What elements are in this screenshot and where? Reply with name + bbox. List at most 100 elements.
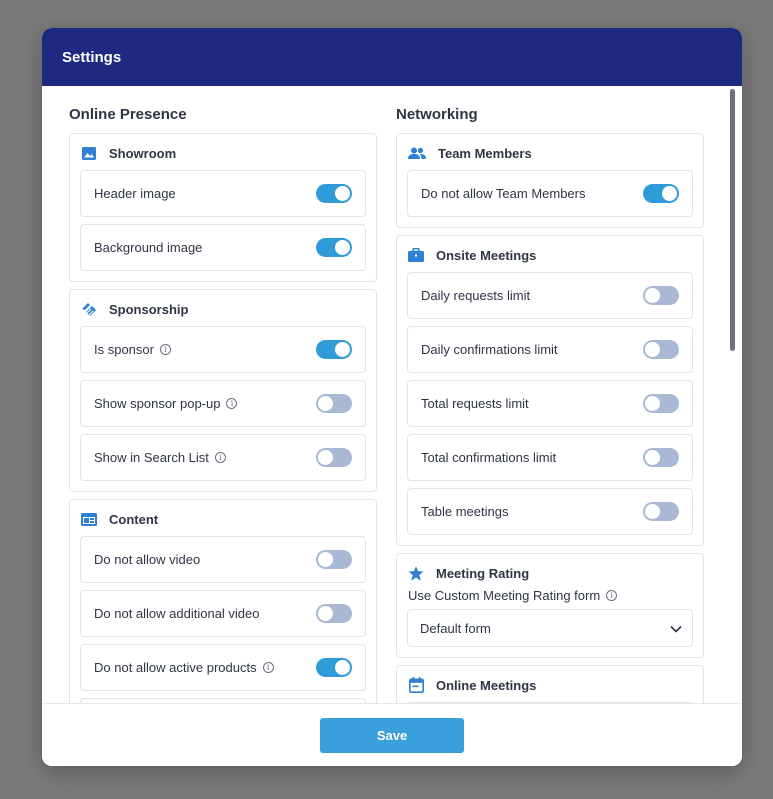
show-in-search-list-toggle[interactable] [316, 448, 352, 467]
group-title: Onsite Meetings [436, 247, 537, 263]
chevron-down-icon [670, 621, 682, 636]
table-meetings-toggle[interactable] [643, 502, 679, 521]
do-not-allow-additional-video-toggle[interactable] [316, 604, 352, 623]
setting-label-text: Do not allow active products [94, 660, 257, 675]
group-meeting-rating: Meeting Rating Use Custom Meeting Rating… [396, 553, 704, 658]
toggle-knob [335, 240, 350, 255]
show-sponsor-popup-toggle[interactable] [316, 394, 352, 413]
total-requests-limit-toggle[interactable] [643, 394, 679, 413]
toggle-knob [318, 606, 333, 621]
setting-row-is-sponsor: Is sponsor i [80, 326, 366, 373]
group-team-members: Team Members Do not allow Team Members [396, 133, 704, 228]
group-header: Content [81, 508, 366, 530]
setting-row-do-not-allow-active-products: Do not allow active products i [80, 644, 366, 691]
online-presence-column: Online Presence Showroom Header image Ba… [69, 104, 377, 703]
scrollbar[interactable] [730, 89, 735, 351]
networking-column: Networking Team Members Do not allow Tea… [396, 104, 704, 703]
web-layout-icon [81, 511, 97, 527]
setting-row-do-not-allow-additional-video: Do not allow additional video [80, 590, 366, 637]
toggle-knob [318, 450, 333, 465]
modal-footer: Save [42, 703, 742, 766]
setting-label: Show in Search List i [94, 450, 226, 465]
group-title: Team Members [438, 145, 532, 161]
setting-row-background-image: Background image [80, 224, 366, 271]
toggle-knob [645, 288, 660, 303]
rating-form-select[interactable]: Default form [407, 609, 693, 647]
group-header: Online Meetings [408, 674, 693, 696]
setting-label: Table meetings [421, 504, 509, 519]
toggle-knob [318, 396, 333, 411]
group-sponsorship: Sponsorship Is sponsor i Show sponsor pop… [69, 289, 377, 492]
setting-row-show-in-search-list: Show in Search List i [80, 434, 366, 481]
setting-label-text: Is sponsor [94, 342, 154, 357]
setting-label-text: Show in Search List [94, 450, 209, 465]
daily-confirmations-limit-toggle[interactable] [643, 340, 679, 359]
setting-row-do-not-allow-team-members: Do not allow Team Members [407, 170, 693, 217]
toggle-knob [645, 450, 660, 465]
toggle-knob [645, 396, 660, 411]
group-title: Meeting Rating [436, 565, 530, 581]
toggle-knob [335, 660, 350, 675]
toggle-knob [335, 342, 350, 357]
save-button[interactable]: Save [320, 717, 464, 753]
group-showroom: Showroom Header image Background image [69, 133, 377, 282]
modal-title: Settings [62, 48, 122, 66]
modal-body[interactable]: Online Presence Showroom Header image Ba… [42, 86, 742, 703]
settings-modal: Settings Online Presence Showroom Header… [42, 28, 742, 766]
toggle-knob [662, 186, 677, 201]
section-title-networking: Networking [396, 106, 478, 123]
setting-label: Do not allow active products i [94, 660, 274, 675]
group-online-meetings: Online Meetings [396, 665, 704, 703]
info-icon[interactable]: i [214, 452, 226, 463]
briefcase-icon [408, 247, 424, 263]
group-header: Onsite Meetings [408, 244, 693, 266]
setting-label: Background image [94, 240, 203, 255]
setting-row-do-not-allow-video: Do not allow video [80, 536, 366, 583]
group-title: Online Meetings [436, 677, 537, 693]
group-onsite-meetings: Onsite Meetings Daily requests limit Dai… [396, 235, 704, 546]
setting-label: Header image [94, 186, 176, 201]
setting-label: Is sponsor i [94, 342, 171, 357]
setting-label-text: Show sponsor pop-up [94, 396, 221, 411]
custom-rating-form-label: Use Custom Meeting Rating form i [408, 588, 693, 603]
group-header: Showroom [81, 142, 366, 164]
custom-rating-form-label-text: Use Custom Meeting Rating form [408, 588, 601, 603]
info-icon[interactable]: i [159, 344, 171, 355]
setting-label: Total confirmations limit [421, 450, 557, 465]
setting-label: Daily requests limit [421, 288, 531, 303]
setting-label: Do not allow Team Members [421, 186, 586, 201]
group-header: Sponsorship [81, 298, 366, 320]
info-icon[interactable]: i [226, 398, 238, 409]
setting-row-show-sponsor-popup: Show sponsor pop-up i [80, 380, 366, 427]
setting-label: Show sponsor pop-up i [94, 396, 238, 411]
header-image-toggle[interactable] [316, 184, 352, 203]
setting-row-total-requests-limit: Total requests limit [407, 380, 693, 427]
section-title-online-presence: Online Presence [69, 106, 187, 123]
info-icon[interactable]: i [262, 662, 274, 673]
toggle-knob [318, 552, 333, 567]
setting-row-table-meetings: Table meetings [407, 488, 693, 535]
do-not-allow-active-products-toggle[interactable] [316, 658, 352, 677]
do-not-allow-team-members-toggle[interactable] [643, 184, 679, 203]
star-icon [408, 565, 424, 581]
rating-form-select-value: Default form [420, 620, 491, 636]
group-title: Sponsorship [109, 301, 189, 317]
calendar-icon [408, 677, 424, 693]
handshake-icon [81, 301, 97, 317]
daily-requests-limit-toggle[interactable] [643, 286, 679, 305]
group-title: Content [109, 511, 159, 527]
setting-label: Do not allow video [94, 552, 201, 567]
toggle-knob [645, 504, 660, 519]
setting-row-total-confirmations-limit: Total confirmations limit [407, 434, 693, 481]
background-image-toggle[interactable] [316, 238, 352, 257]
image-icon [81, 145, 97, 161]
group-content: Content Do not allow video Do not allow … [69, 499, 377, 703]
setting-row-daily-requests-limit: Daily requests limit [407, 272, 693, 319]
setting-row-header-image: Header image [80, 170, 366, 217]
total-confirmations-limit-toggle[interactable] [643, 448, 679, 467]
do-not-allow-video-toggle[interactable] [316, 550, 352, 569]
info-icon[interactable]: i [606, 590, 618, 601]
setting-label: Total requests limit [421, 396, 529, 411]
is-sponsor-toggle[interactable] [316, 340, 352, 359]
group-header: Team Members [408, 142, 693, 164]
